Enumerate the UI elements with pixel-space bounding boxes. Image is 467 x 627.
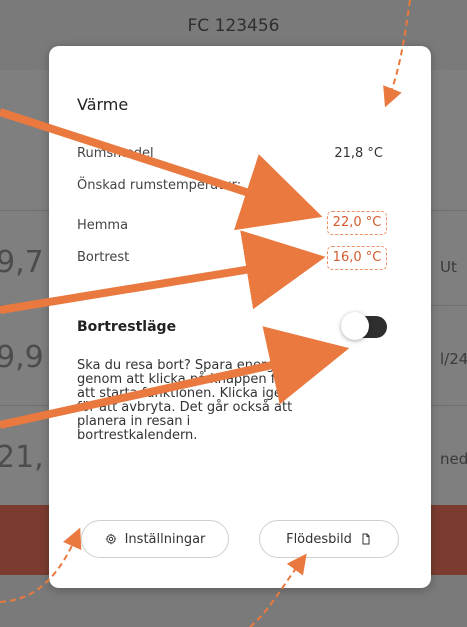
- away-temperature-input[interactable]: 16,0 °C: [327, 246, 387, 270]
- background-number: 9,7: [0, 245, 44, 280]
- modal-title: Värme: [77, 95, 129, 114]
- background-number: 9,9: [0, 340, 44, 375]
- heat-settings-modal: Värme Rumsmedel 21,8 °C Önskad rumstempe…: [49, 46, 431, 588]
- flow-diagram-button[interactable]: Flödesbild: [259, 520, 399, 558]
- settings-button-label: Inställningar: [124, 531, 206, 547]
- gear-icon: [105, 533, 117, 545]
- home-temperature-input[interactable]: 22,0 °C: [327, 211, 387, 235]
- room-average-value: 21,8 °C: [334, 146, 383, 161]
- away-mode-toggle[interactable]: [341, 312, 387, 340]
- desired-temperature-label: Önskad rumstemperatur:: [77, 178, 242, 193]
- away-temperature-label: Bortrest: [77, 250, 130, 265]
- settings-button[interactable]: Inställningar: [81, 520, 229, 558]
- document-icon: [360, 533, 372, 545]
- flow-button-label: Flödesbild: [286, 531, 352, 547]
- background-device-id: FC 123456: [187, 16, 280, 36]
- background-right-text: ned: [440, 450, 467, 468]
- away-mode-label: Bortrestläge: [77, 319, 177, 335]
- toggle-knob: [341, 312, 369, 340]
- background-number: 21,: [0, 440, 44, 475]
- home-temperature-label: Hemma: [77, 218, 129, 233]
- background-right-text: Ut: [440, 258, 457, 276]
- away-mode-description: Ska du resa bort? Spara energi genom att…: [77, 358, 293, 443]
- room-average-label: Rumsmedel: [77, 146, 154, 161]
- background-right-text: l/24: [440, 350, 467, 368]
